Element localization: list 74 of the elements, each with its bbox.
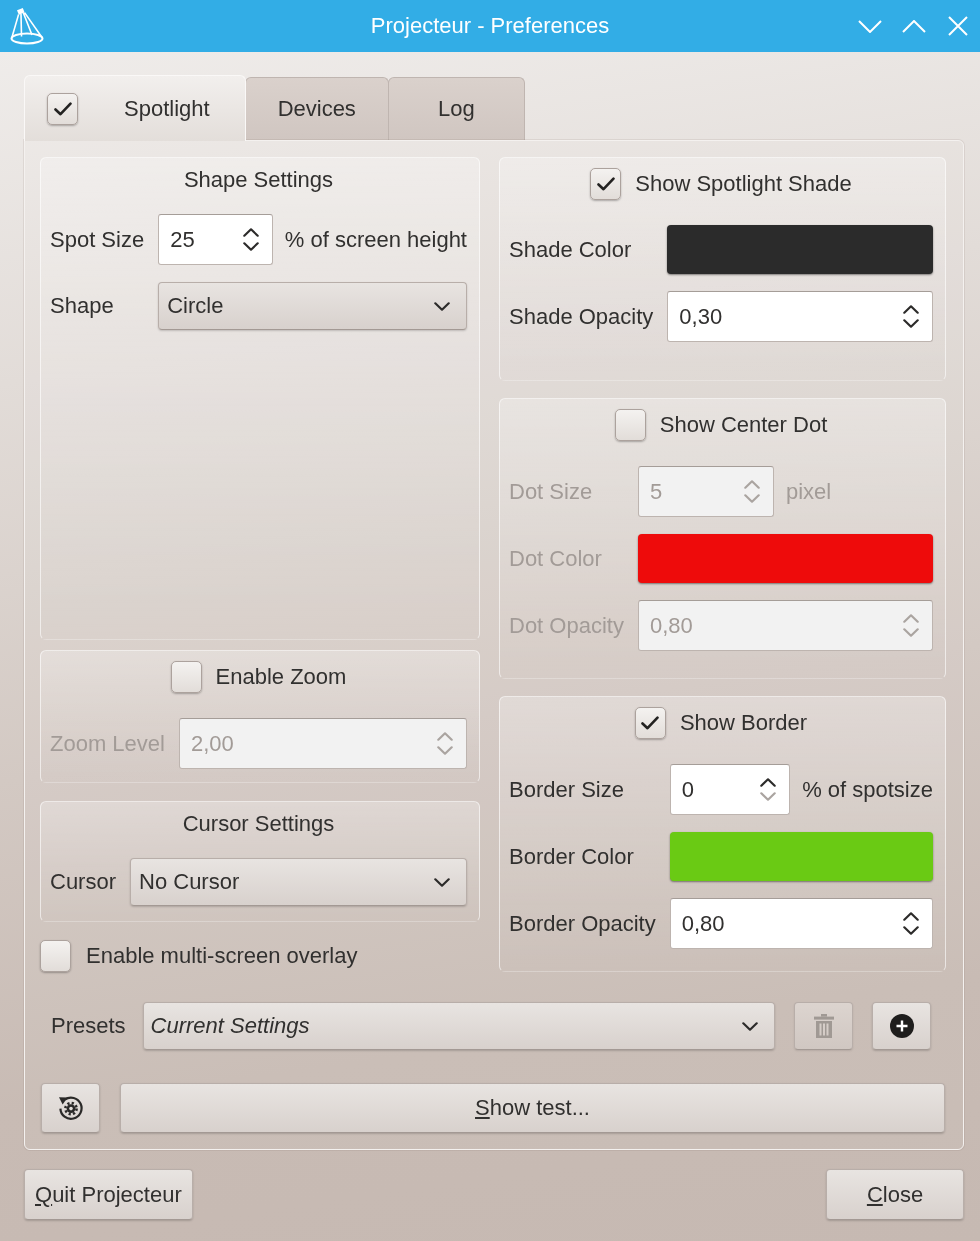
chevron-down-icon bbox=[437, 746, 453, 755]
spin-box[interactable]: 0,80 bbox=[669, 898, 933, 949]
group-title: Shape Settings bbox=[182, 167, 335, 193]
checkbox-label: Show Center Dot bbox=[659, 412, 828, 438]
quit-button[interactable]: Quit Projecteur bbox=[24, 1169, 193, 1220]
dropdown[interactable]: No Cursor bbox=[130, 858, 467, 906]
chevron-down-icon bbox=[903, 628, 919, 637]
checkbox[interactable] bbox=[634, 707, 666, 739]
field-label: Border Color bbox=[509, 843, 635, 870]
field-label: Shade Color bbox=[509, 236, 633, 263]
chevron-up-icon bbox=[743, 480, 760, 489]
chevron-up-icon bbox=[437, 732, 453, 741]
checkbox[interactable] bbox=[614, 409, 646, 441]
color-button[interactable] bbox=[637, 534, 933, 583]
dropdown[interactable]: Current Settings bbox=[142, 1002, 775, 1050]
chevron-down-icon bbox=[434, 877, 450, 887]
unit-label: pixel bbox=[785, 478, 832, 505]
chevron-down-icon bbox=[743, 494, 760, 503]
close-icon bbox=[948, 16, 968, 36]
checkmark-icon bbox=[53, 101, 72, 116]
field-label: Dot Color bbox=[509, 545, 603, 572]
trash-icon bbox=[813, 1014, 834, 1038]
tab[interactable]: Log bbox=[387, 77, 525, 140]
color-button[interactable] bbox=[669, 832, 933, 881]
chevron-up-icon bbox=[760, 778, 777, 787]
chevron-down-icon bbox=[742, 1021, 758, 1031]
field-label: Border Size bbox=[509, 776, 625, 803]
spotlight-icon bbox=[9, 7, 45, 45]
chevron-up-icon bbox=[903, 305, 919, 314]
checkbox[interactable] bbox=[170, 661, 202, 693]
spin-box[interactable]: 25 bbox=[158, 214, 273, 265]
field-label: Shape bbox=[50, 293, 115, 319]
group-title: Cursor Settings bbox=[181, 811, 336, 837]
chevron-down-icon bbox=[242, 242, 259, 251]
checkbox-label: Show Spotlight Shade bbox=[635, 171, 852, 197]
field-label: Dot Size bbox=[509, 478, 594, 505]
spin-box[interactable]: 0,30 bbox=[667, 291, 933, 342]
chevron-up-icon bbox=[903, 614, 919, 623]
checkmark-icon bbox=[596, 177, 615, 191]
dropdown[interactable]: Circle bbox=[158, 282, 467, 330]
field-label: Border Opacity bbox=[509, 910, 656, 937]
chevron-up-icon bbox=[242, 228, 259, 237]
color-button[interactable] bbox=[667, 225, 933, 274]
checkmark-icon bbox=[641, 716, 660, 730]
unit-label: % of spotsize bbox=[802, 776, 933, 803]
gear-refresh-icon bbox=[57, 1095, 84, 1121]
checkbox-label: Enable Zoom bbox=[215, 664, 347, 690]
add-button[interactable] bbox=[872, 1002, 931, 1050]
tab[interactable]: Spotlight bbox=[24, 75, 246, 141]
spin-box[interactable]: 0 bbox=[669, 764, 791, 815]
field-label: Shade Opacity bbox=[509, 303, 654, 330]
window-title: Projecteur - Preferences bbox=[370, 13, 610, 39]
field-label: Zoom Level bbox=[50, 730, 165, 757]
checkbox[interactable] bbox=[590, 168, 622, 200]
chevron-down-icon bbox=[434, 301, 450, 311]
tab[interactable]: Devices bbox=[244, 77, 389, 140]
unit-label: % of screen height bbox=[284, 226, 467, 253]
chevron-down-icon bbox=[903, 926, 919, 935]
chevron-down-icon bbox=[903, 319, 919, 328]
close-button[interactable]: Close bbox=[826, 1169, 964, 1220]
checkbox[interactable] bbox=[47, 92, 78, 125]
reset-button[interactable] bbox=[41, 1083, 100, 1133]
chevron-up-icon bbox=[902, 19, 926, 33]
field-label: Spot Size bbox=[50, 226, 145, 253]
chevron-down-icon bbox=[858, 19, 882, 33]
show-test-button[interactable]: Show test... bbox=[120, 1083, 945, 1133]
checkbox[interactable] bbox=[40, 940, 71, 972]
field-label: Dot Opacity bbox=[509, 612, 624, 639]
chevron-up-icon bbox=[903, 912, 919, 921]
field-label: Presets bbox=[51, 1013, 126, 1039]
plus-circle-icon bbox=[889, 1014, 914, 1038]
checkbox-label: Enable multi-screen overlay bbox=[86, 943, 358, 969]
field-label: Cursor bbox=[50, 869, 116, 895]
checkbox-label: Show Border bbox=[679, 710, 808, 736]
